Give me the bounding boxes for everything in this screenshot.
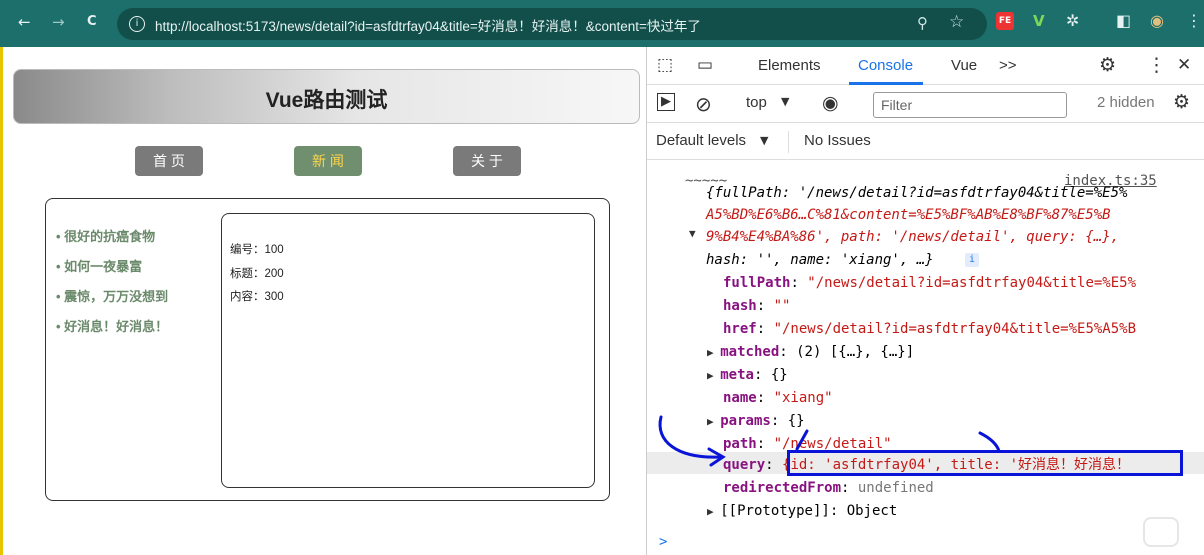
context-select[interactable]: top [746,94,767,111]
inspect-icon[interactable]: ⬚ [657,55,673,75]
tab-elements[interactable]: Elements [758,57,821,74]
console-settings-icon[interactable]: ⚙ [1173,91,1190,113]
filter-input[interactable] [881,94,1061,116]
v-extension-icon[interactable]: V [1033,10,1045,32]
nav-news-link[interactable]: 新 闻 [294,146,362,176]
clear-console-icon[interactable]: ⊘ [695,92,712,116]
news-link-2[interactable]: 如何一夜暴富 [56,256,168,286]
back-icon[interactable]: ← [18,10,31,34]
devtools-panel: ⬚ ▭ Elements Console Vue >> ⚙ ⋮ ✕ ▶ ⊘ to… [646,47,1204,555]
more-tabs-icon[interactable]: >> [999,57,1017,74]
watermark-play-icon [1143,517,1179,547]
levels-chevron-icon[interactable]: ▼ [760,134,768,147]
tab-vue[interactable]: Vue [951,57,977,74]
collapse-triangle-icon[interactable]: ▼ [689,223,696,245]
prop-matched[interactable]: ▶ matched: (2) [{…}, {…}] [707,341,914,364]
detail-title: 标题：200 [230,268,284,280]
detail-content: 内容：300 [230,291,284,303]
object-preview-line-4[interactable]: hash: '', name: 'xiang', …} [706,249,934,271]
nav-about-link[interactable]: 关 于 [453,146,521,176]
devtools-menu-icon[interactable]: ⋮ [1147,54,1166,76]
prop-href[interactable]: href: "/news/detail?id=asfdtrfay04&title… [723,318,1136,340]
filter-input-wrapper[interactable] [873,92,1067,118]
news-link-1[interactable]: 很好的抗癌食物 [56,226,168,256]
news-link-3[interactable]: 震惊，万万没想到 [56,286,168,316]
site-info-icon[interactable]: i [129,16,145,32]
prop-meta[interactable]: ▶ meta: {} [707,364,788,387]
browser-toolbar: ← → C i http://localhost:5173/news/detai… [0,0,1204,47]
object-preview-line-3[interactable]: 9%B4%E4%BA%86', path: '/news/detail', qu… [706,226,1119,248]
reload-icon[interactable]: C [87,10,97,34]
browser-menu-icon[interactable]: ⋮ [1186,10,1202,32]
url-text[interactable]: http://localhost:5173/news/detail?id=asf… [155,15,701,35]
address-bar[interactable]: i http://localhost:5173/news/detail?id=a… [117,8,987,40]
nav-home-link[interactable]: 首 页 [135,146,203,176]
star-icon[interactable]: ☆ [949,12,964,32]
levels-bar: Default levels ▼ No Issues [647,123,1204,160]
sidebar-icon[interactable]: ◧ [1116,10,1131,32]
chevron-down-icon[interactable]: ▼ [781,95,789,108]
prop-fullpath[interactable]: fullPath: "/news/detail?id=asfdtrfay04&t… [723,272,1136,294]
annotation-arrows [658,415,1001,467]
news-link-4[interactable]: 好消息！好消息！ [56,316,168,346]
prop-prototype[interactable]: ▶ [[Prototype]]: Object [707,500,897,523]
prop-hash[interactable]: hash: "" [723,295,790,317]
zoom-icon[interactable]: ⚲ [917,14,928,32]
console-prompt[interactable]: > [659,531,667,553]
object-preview-line-2[interactable]: A5%BD%E6%B6…C%81&content=%E5%BF%AB%E8%BF… [706,204,1111,226]
console-toolbar: ▶ ⊘ top ▼ ◉ 2 hidden ⚙ [647,85,1204,123]
hidden-count[interactable]: 2 hidden [1097,94,1155,111]
fe-extension-icon[interactable]: FE [996,12,1014,30]
tab-console[interactable]: Console [858,57,913,74]
news-detail-panel: 编号：100 标题：200 内容：300 [221,213,595,488]
sidebar-toggle-icon[interactable]: ▶ [657,93,675,111]
default-levels-dropdown[interactable]: Default levels [656,132,746,149]
detail-id: 编号：100 [230,244,284,256]
forward-icon[interactable]: → [52,10,65,34]
app-page: Vue路由测试 首 页 新 闻 关 于 很好的抗癌食物 如何一夜暴富 震惊，万万… [0,47,646,555]
settings-icon[interactable]: ⚙ [1099,54,1116,76]
close-icon[interactable]: ✕ [1177,55,1191,75]
issues-count[interactable]: No Issues [804,132,871,149]
object-preview-line-1[interactable]: {fullPath: '/news/detail?id=asfdtrfay04&… [706,182,1127,204]
console-output: ~~~~~ index.ts:35 ▼ {fullPath: '/news/de… [647,161,1204,555]
news-list: 很好的抗癌食物 如何一夜暴富 震惊，万万没想到 好消息！好消息！ [56,226,168,346]
device-toolbar-icon[interactable]: ▭ [697,55,713,75]
page-title: Vue路由测试 [265,89,388,112]
devtools-tabbar: ⬚ ▭ Elements Console Vue >> ⚙ ⋮ ✕ [647,47,1204,85]
prop-name[interactable]: name: "xiang" [723,387,833,409]
puzzle-icon[interactable]: ✲ [1066,10,1079,32]
live-expression-eye-icon[interactable]: ◉ [822,92,839,114]
avatar-icon[interactable]: ◉ [1150,10,1164,32]
info-icon[interactable]: i [965,253,979,267]
header-banner: Vue路由测试 [13,69,640,124]
divider [788,131,789,153]
news-container: 很好的抗癌食物 如何一夜暴富 震惊，万万没想到 好消息！好消息！ 编号：100 … [45,198,610,501]
